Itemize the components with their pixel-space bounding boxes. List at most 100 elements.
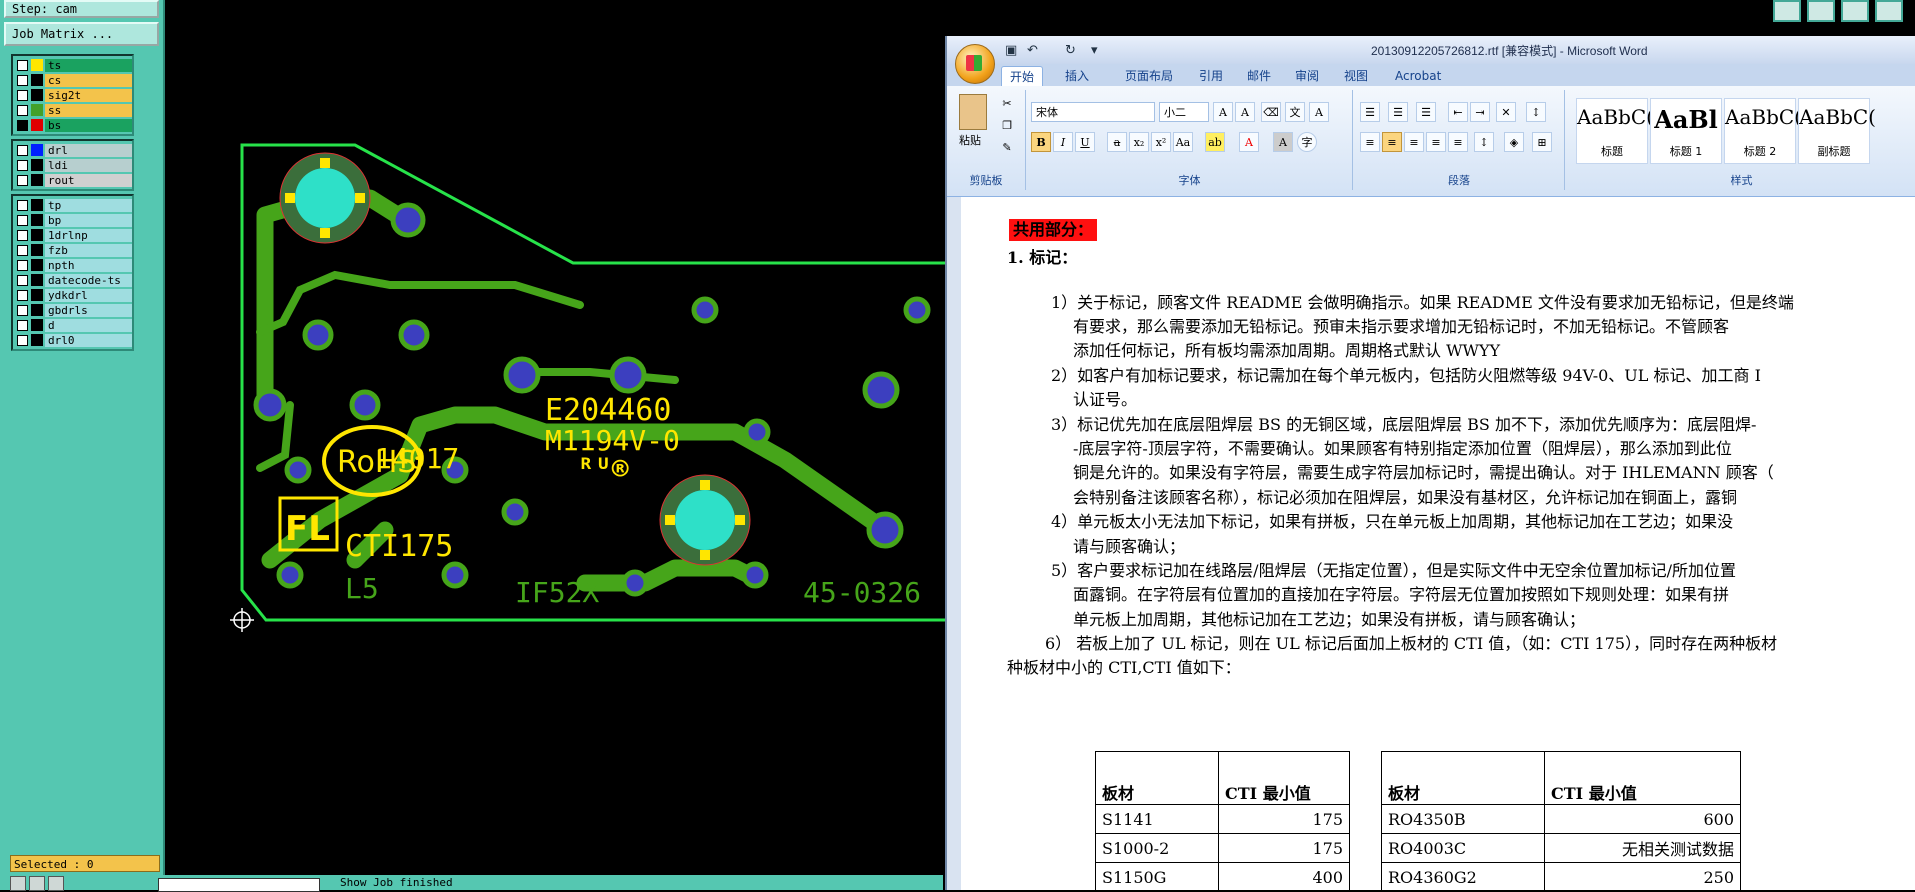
layer-checkbox[interactable] bbox=[17, 89, 28, 101]
layer-row[interactable]: cs bbox=[13, 73, 132, 87]
font-size-combo[interactable]: 小二 bbox=[1159, 102, 1209, 122]
layer-checkbox[interactable] bbox=[17, 244, 28, 256]
increase-indent-icon[interactable]: ⇥ bbox=[1470, 102, 1490, 122]
tab-references[interactable]: 引用 bbox=[1191, 66, 1231, 86]
style-title[interactable]: AaBbC( 标题 bbox=[1576, 98, 1654, 164]
char-shading-icon[interactable]: A bbox=[1273, 132, 1293, 152]
pcb-canvas[interactable]: E204460 M1194V-0 ᴿᵁ® 14017 CTI175 RoHS F… bbox=[165, 0, 945, 875]
format-painter-icon[interactable]: ✎ bbox=[997, 138, 1017, 158]
layer-checkbox[interactable] bbox=[17, 334, 28, 346]
bullets-icon[interactable]: ☰ bbox=[1360, 102, 1380, 122]
layer-checkbox[interactable] bbox=[17, 289, 28, 301]
grid-icon[interactable] bbox=[48, 876, 64, 891]
layer-row[interactable]: drl bbox=[13, 143, 132, 157]
tab-view[interactable]: 视图 bbox=[1336, 66, 1376, 86]
superscript-button[interactable]: x² bbox=[1151, 132, 1171, 152]
underline-button[interactable]: U bbox=[1075, 132, 1095, 152]
align-center-icon[interactable]: ≡ bbox=[1382, 132, 1402, 152]
paste-icon[interactable] bbox=[959, 94, 987, 130]
layer-checkbox[interactable] bbox=[17, 259, 28, 271]
style-heading-2[interactable]: AaBbC( 标题 2 bbox=[1724, 98, 1802, 164]
layer-checkbox[interactable] bbox=[17, 144, 28, 156]
enclose-char-icon[interactable]: 字 bbox=[1297, 132, 1317, 152]
layer-row[interactable]: bp bbox=[13, 213, 132, 227]
highlight-icon[interactable]: ab bbox=[1205, 132, 1225, 152]
layer-name[interactable]: datecode-ts bbox=[45, 273, 132, 287]
tab-insert[interactable]: 插入 bbox=[1057, 66, 1097, 86]
layer-name[interactable]: bp bbox=[45, 213, 132, 227]
decrease-indent-icon[interactable]: ⇤ bbox=[1448, 102, 1468, 122]
redo-icon[interactable]: ↻ bbox=[1065, 43, 1076, 58]
subscript-button[interactable]: x₂ bbox=[1129, 132, 1149, 152]
tab-page-layout[interactable]: 页面布局 bbox=[1117, 66, 1181, 86]
phonetic-icon[interactable]: 文 bbox=[1285, 102, 1305, 122]
layer-name[interactable]: 1drlnp bbox=[45, 228, 132, 242]
layer-checkbox[interactable] bbox=[17, 174, 28, 186]
shading-icon[interactable]: ◈ bbox=[1504, 132, 1524, 152]
font-color-icon[interactable]: A bbox=[1239, 132, 1259, 152]
style-subtitle[interactable]: AaBbC( 副标题 bbox=[1798, 98, 1876, 164]
layer-name[interactable]: npth bbox=[45, 258, 132, 272]
layer-row[interactable]: tp bbox=[13, 198, 132, 212]
layer-checkbox[interactable] bbox=[17, 119, 28, 131]
chinese-layout-icon[interactable]: ✕ bbox=[1496, 102, 1516, 122]
download-icon[interactable] bbox=[1807, 0, 1835, 22]
char-border-icon[interactable]: A bbox=[1309, 102, 1329, 122]
numbering-icon[interactable]: ☰ bbox=[1388, 102, 1408, 122]
layer-checkbox[interactable] bbox=[17, 74, 28, 86]
office-button[interactable] bbox=[955, 44, 995, 84]
clear-format-icon[interactable]: ⌫ bbox=[1261, 102, 1281, 122]
layer-name[interactable]: ss bbox=[45, 103, 132, 117]
tab-review[interactable]: 审阅 bbox=[1287, 66, 1327, 86]
grow-font-icon[interactable]: A bbox=[1213, 102, 1233, 122]
distribute-icon[interactable]: ≡ bbox=[1448, 132, 1468, 152]
font-name-combo[interactable]: 宋体 bbox=[1031, 102, 1155, 122]
layer-name[interactable]: tp bbox=[45, 198, 132, 212]
layer-name[interactable]: ydkdrl bbox=[45, 288, 132, 302]
layer-row[interactable]: fzb bbox=[13, 243, 132, 257]
layer-name[interactable]: fzb bbox=[45, 243, 132, 257]
layer-row[interactable]: ldi bbox=[13, 158, 132, 172]
layer-checkbox[interactable] bbox=[17, 304, 28, 316]
layer-row[interactable]: datecode-ts bbox=[13, 273, 132, 287]
job-matrix-button[interactable]: Job Matrix ... bbox=[4, 22, 159, 46]
change-case-button[interactable]: Aa bbox=[1173, 132, 1193, 152]
layer-checkbox[interactable] bbox=[17, 159, 28, 171]
cut-icon[interactable]: ✂ bbox=[997, 94, 1017, 114]
layer-checkbox[interactable] bbox=[17, 274, 28, 286]
customize-qat-icon[interactable]: ▾ bbox=[1091, 43, 1098, 58]
layer-name[interactable]: ldi bbox=[45, 158, 132, 172]
layer-checkbox[interactable] bbox=[17, 229, 28, 241]
layer-name[interactable]: gbdrls bbox=[45, 303, 132, 317]
layer-name[interactable]: rout bbox=[45, 173, 132, 187]
layer-checkbox[interactable] bbox=[17, 59, 28, 71]
layer-checkbox[interactable] bbox=[17, 199, 28, 211]
shrink-font-icon[interactable]: A bbox=[1235, 102, 1255, 122]
layer-name[interactable]: bs bbox=[45, 118, 132, 132]
align-right-icon[interactable]: ≡ bbox=[1404, 132, 1424, 152]
layer-name[interactable]: drl0 bbox=[45, 333, 132, 347]
layer-row[interactable]: sig2t bbox=[13, 88, 132, 102]
table-icon[interactable] bbox=[1841, 0, 1869, 22]
layer-row[interactable]: ts bbox=[13, 58, 132, 72]
layer-name[interactable]: d bbox=[45, 318, 132, 332]
layer-name[interactable]: ts bbox=[45, 58, 132, 72]
copy-icon[interactable]: ❐ bbox=[997, 116, 1017, 136]
document-area[interactable]: 共用部分： 1. 标记： 1）关于标记，顾客文件 README 会做明确指示。如… bbox=[947, 197, 1915, 892]
list-icon[interactable] bbox=[1875, 0, 1903, 22]
style-heading-1[interactable]: AaBl 标题 1 bbox=[1650, 98, 1722, 164]
sort-icon[interactable]: ↕ bbox=[1526, 102, 1546, 122]
tab-home[interactable]: 开始 bbox=[1001, 66, 1044, 87]
layer-checkbox[interactable] bbox=[17, 104, 28, 116]
bold-button[interactable]: B bbox=[1031, 132, 1051, 152]
layer-checkbox[interactable] bbox=[17, 319, 28, 331]
layer-row[interactable]: 1drlnp bbox=[13, 228, 132, 242]
layer-row[interactable]: drl0 bbox=[13, 333, 132, 347]
undo-icon[interactable]: ↶ bbox=[1027, 43, 1038, 58]
layer-row[interactable]: d bbox=[13, 318, 132, 332]
pointer-icon[interactable] bbox=[10, 876, 26, 891]
tab-acrobat[interactable]: Acrobat bbox=[1387, 66, 1449, 86]
window-restore-icon[interactable] bbox=[1773, 0, 1801, 22]
multilevel-list-icon[interactable]: ☰ bbox=[1416, 102, 1436, 122]
layer-row[interactable]: rout bbox=[13, 173, 132, 187]
